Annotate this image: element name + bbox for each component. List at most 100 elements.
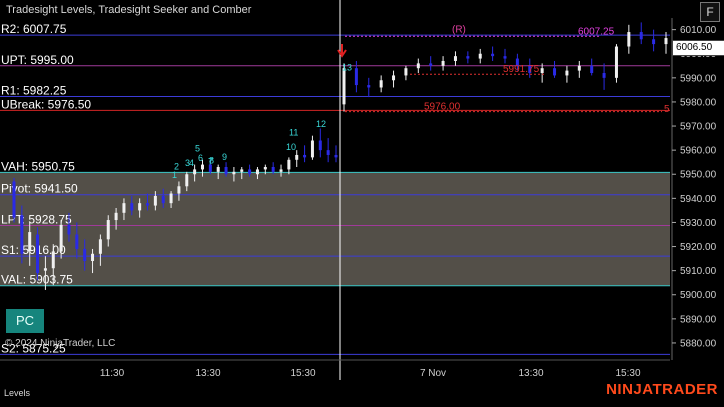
time-axis-label: 15:30	[615, 368, 640, 379]
time-axis-label: 15:30	[290, 368, 315, 379]
last-price-box: 6006.50	[672, 40, 724, 56]
chart-title: Tradesight Levels, Tradesight Seeker and…	[6, 4, 252, 16]
candle-body	[553, 68, 557, 76]
sell-arrow-icon	[337, 44, 347, 58]
seeker-count-label: 9	[222, 152, 227, 162]
annotation-label: 5991.75	[503, 64, 540, 75]
seeker-count-label: 4	[189, 158, 194, 168]
candle-body	[577, 65, 581, 71]
f-button[interactable]: F	[700, 2, 720, 22]
time-axis-label: 11:30	[100, 368, 125, 379]
price-axis-label: 5900.00	[680, 290, 717, 301]
level-label: UBreak: 5976.50	[1, 97, 91, 111]
candle-body	[279, 169, 283, 172]
seeker-count-label: 5	[195, 143, 200, 153]
candle-body	[334, 154, 338, 158]
candle-body	[193, 169, 197, 175]
value-area-band	[0, 172, 670, 286]
candle-body	[216, 167, 220, 172]
candle-body	[590, 65, 594, 74]
price-axis-label: 5950.00	[680, 170, 717, 181]
candle-body	[114, 212, 118, 221]
candle-body	[540, 68, 544, 74]
candle-body	[59, 224, 63, 252]
candle-body	[326, 150, 330, 155]
candle-body	[614, 46, 618, 78]
candle-body	[75, 234, 79, 249]
candle-body	[453, 56, 457, 61]
annotation-label: (R)	[452, 24, 466, 35]
candle-body	[153, 195, 157, 206]
candle-body	[12, 181, 16, 218]
indicator-label: Levels	[4, 388, 31, 398]
candle-body	[627, 32, 631, 47]
candle-body	[342, 68, 346, 105]
seeker-count-label: 2	[174, 161, 179, 171]
level-label: UPT: 5995.00	[1, 53, 74, 67]
candle-body	[20, 215, 24, 254]
price-axis-label: 5880.00	[680, 338, 717, 349]
candle-body	[652, 39, 656, 45]
copyright-text: © 2024 NinjaTrader, LLC	[5, 338, 116, 349]
candle-body	[441, 60, 445, 66]
candle-body	[664, 38, 668, 45]
price-axis-label: 5980.00	[680, 97, 717, 108]
candle-body	[310, 140, 314, 158]
seeker-count-label: 13	[342, 63, 352, 73]
candle-body	[503, 56, 507, 59]
price-axis-label: 5940.00	[680, 194, 717, 205]
candle-body	[146, 203, 150, 206]
pc-button[interactable]: PC	[6, 309, 44, 333]
candle-body	[67, 224, 71, 235]
level-label: R2: 6007.75	[1, 22, 67, 36]
candle-body	[367, 85, 371, 88]
candle-body	[248, 169, 252, 175]
candle-body	[255, 169, 259, 175]
candle-body	[392, 75, 396, 81]
candle-body	[138, 203, 142, 211]
level-label: VAH: 5950.75	[1, 159, 75, 173]
candle-body	[83, 248, 87, 262]
candle-body	[303, 154, 307, 158]
candle-body	[185, 174, 189, 187]
candle-body	[379, 80, 383, 88]
seeker-count-label: 11	[289, 128, 298, 138]
candle-body	[98, 239, 102, 254]
candle-body	[240, 169, 244, 172]
price-axis-label: 6010.00	[680, 25, 717, 36]
candle-body	[491, 53, 495, 57]
candle-body	[122, 203, 126, 213]
candle-body	[404, 68, 408, 76]
level-label: S1: 5916.00	[1, 243, 66, 257]
candle-body	[28, 232, 32, 252]
candle-body	[271, 167, 275, 172]
time-axis-label: 13:30	[518, 368, 543, 379]
candle-body	[106, 220, 110, 240]
candle-body	[51, 251, 55, 269]
candle-body	[429, 63, 433, 66]
annotation-label: 6007.25	[578, 26, 615, 37]
candle-body	[287, 159, 291, 170]
seeker-count-label: 6	[198, 153, 203, 163]
seeker-count-label: 10	[286, 142, 296, 152]
candle-body	[263, 167, 267, 170]
price-axis-label: 5930.00	[680, 218, 717, 229]
candle-body	[91, 253, 95, 262]
candle-body	[602, 73, 606, 78]
price-axis-label: 5970.00	[680, 122, 717, 133]
candle-body	[639, 32, 643, 40]
time-axis-label: 13:30	[195, 368, 220, 379]
price-axis-label: 5910.00	[680, 266, 717, 277]
candle-body	[130, 203, 134, 211]
time-axis-label: 7 Nov	[420, 368, 446, 379]
price-axis-label: 5960.00	[680, 146, 717, 157]
price-axis-label: 5890.00	[680, 314, 717, 325]
annotation-label: 5	[664, 104, 670, 115]
ninjatrader-logo: NINJATRADER	[606, 381, 718, 398]
level-label: R1: 5982.25	[1, 84, 67, 98]
candle-body	[466, 56, 470, 59]
candle-body	[177, 186, 181, 194]
candle-body	[232, 171, 236, 175]
price-axis-label: 5920.00	[680, 242, 717, 253]
candle-body	[478, 53, 482, 59]
